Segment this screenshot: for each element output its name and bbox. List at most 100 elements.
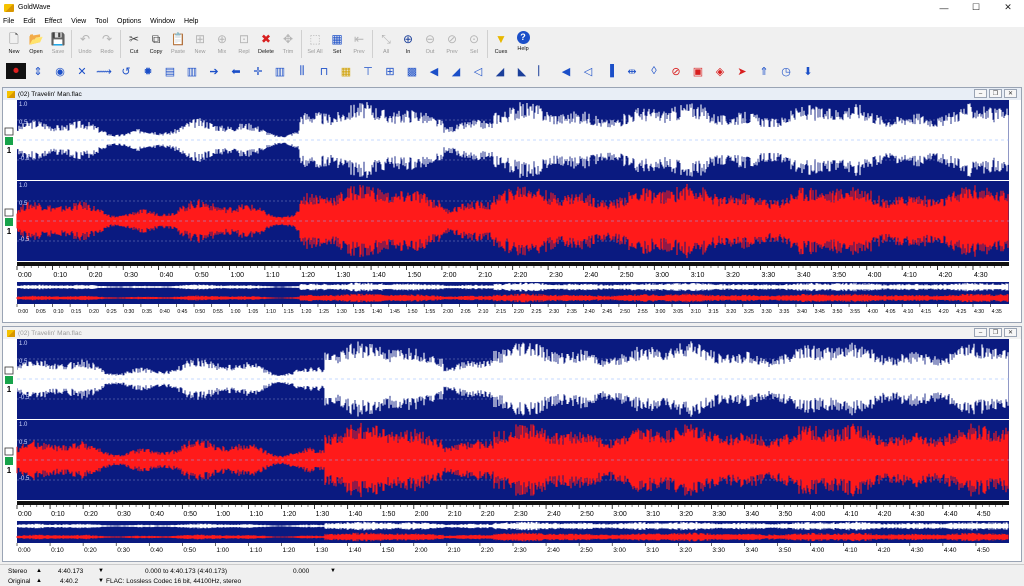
doc-minimize-button[interactable]: – (974, 328, 987, 337)
toolbar-undo-button[interactable]: ↶ Undo (74, 28, 96, 60)
maximize-button[interactable]: ☐ (960, 0, 992, 15)
toolbar-cues-button[interactable]: ▼ Cues (490, 28, 512, 60)
doc-minimize-button[interactable]: – (974, 89, 987, 98)
spectrum-icon[interactable]: ⊤ (358, 63, 378, 79)
waveform-icon[interactable]: ◊ (644, 63, 664, 79)
toolbar-save-button[interactable]: 💾 Save (47, 28, 69, 60)
overview-tick-label: 2:40 (585, 309, 595, 315)
toolbar-sel-button[interactable]: ⊙ Sel (463, 28, 485, 60)
pitch-icon[interactable]: ◁ (468, 63, 488, 79)
menu-file[interactable]: File (3, 18, 14, 25)
toolbar-prev-button[interactable]: ⊘ Prev (441, 28, 463, 60)
time-tick-label: 3:30 (762, 272, 776, 279)
wave-icon[interactable]: ⇹ (622, 63, 642, 79)
sliders-icon[interactable]: ⫼ (292, 63, 312, 79)
right-arrow-icon[interactable]: ➔ (204, 63, 224, 79)
mixer-icon[interactable]: ▥ (270, 63, 290, 79)
toolbar-set-button[interactable]: ▦ Set (326, 28, 348, 60)
ramp-up-icon[interactable]: ◢ (490, 63, 510, 79)
bounce-icon[interactable]: ⟿ (94, 63, 114, 79)
menu-edit[interactable]: Edit (23, 18, 35, 25)
ramp-down-icon[interactable]: ◣ (512, 63, 532, 79)
waveform-view[interactable]: 1 1 1.0 0.5 -0.5 1.0 0.5 -0.5 0:00 0:10 0:20 0:30 0:… (3, 100, 1021, 322)
overview-tick-label: 0:15 (71, 309, 81, 315)
fade-icon[interactable]: ◢ (446, 63, 466, 79)
original-dropdown-icon[interactable]: ▲ (36, 578, 42, 584)
zoom-all-icon: ⤡ (381, 32, 391, 46)
gear-icon[interactable]: ✹ (138, 63, 158, 79)
doc-restore-button[interactable]: ❐ (989, 89, 1002, 98)
left-arrow-icon[interactable]: ⬅ (226, 63, 246, 79)
columns-icon[interactable]: ⊓ (314, 63, 334, 79)
toolbar-mix-button[interactable]: ⊕ Mix (211, 28, 233, 60)
time-tick-label: 2:10 (448, 511, 462, 518)
compressor-icon[interactable]: ▩ (402, 63, 422, 79)
toolbar-sel-all-button[interactable]: ⬚ Sel All (304, 28, 326, 60)
time-tick-label: 1:00 (216, 511, 230, 518)
menu-window[interactable]: Window (150, 18, 175, 25)
toolbar-trim-button[interactable]: ✥ Trim (277, 28, 299, 60)
delay-icon[interactable]: ▐ (600, 63, 620, 79)
menu-help[interactable]: Help (184, 18, 198, 25)
speaker-icon[interactable]: ◀ (424, 63, 444, 79)
doc-close-button[interactable]: ✕ (1004, 328, 1017, 337)
toolbar-paste-button[interactable]: 📋 Paste (167, 28, 189, 60)
toolbar-in-button[interactable]: ⊕ In (397, 28, 419, 60)
toolbar-copy-button[interactable]: ⧉ Copy (145, 28, 167, 60)
mute-icon[interactable]: ◀ (556, 63, 576, 79)
toolbar-out-button[interactable]: ⊖ Out (419, 28, 441, 60)
toolbar-new-button[interactable]: ⊞ New (189, 28, 211, 60)
channel-number: 1 (7, 385, 12, 394)
menu-view[interactable]: View (71, 18, 86, 25)
toolbar-prev-button[interactable]: ⇤ Prev (348, 28, 370, 60)
toolbar-open-button[interactable]: 📂 Open (25, 28, 47, 60)
document-title: (02) Travelin' Man.flac (18, 329, 82, 337)
color-bars-icon[interactable]: ▦ (336, 63, 356, 79)
length-dropdown-icon[interactable]: ▼ (98, 568, 104, 574)
toolbar-delete-button[interactable]: ✖ Delete (255, 28, 277, 60)
speaker-alt-icon[interactable]: ◁ (578, 63, 598, 79)
ascend-icon[interactable]: ⇑ (754, 63, 774, 79)
main-toolbar: 🗋 New 📂 Open 💾 Save ↶ Undo ↷ Redo ✂ Cut ⧉ Copy 📋 Paste ⊞… (0, 28, 1024, 60)
time-tick-label: 1:10 (249, 511, 263, 518)
record-square-icon[interactable]: ▣ (688, 63, 708, 79)
toolbar-separator (120, 30, 121, 58)
toolbar-redo-button[interactable]: ↷ Redo (96, 28, 118, 60)
toolbar-cut-button[interactable]: ✂ Cut (123, 28, 145, 60)
marker-icon[interactable]: ⎸ (534, 63, 554, 79)
doppler-icon[interactable]: ➤ (732, 63, 752, 79)
expand-icon[interactable]: ⇕ (28, 63, 48, 79)
waveform-view[interactable]: 1 1 1.0 0.5 -0.5 1.0 0.5 -0.5 0:00 0:10 0:20 0:30 0:… (3, 339, 1021, 561)
position-dropdown-icon[interactable]: ▼ (330, 568, 336, 574)
download-icon[interactable]: ⬇ (798, 63, 818, 79)
format-dropdown-icon[interactable]: ▼ (98, 578, 104, 584)
overview-tick-label: 1:40 (372, 309, 382, 315)
toolbar-new-button[interactable]: 🗋 New (3, 28, 25, 60)
overview-tick-label: 0:00 (18, 547, 31, 554)
menu-effect[interactable]: Effect (44, 18, 62, 25)
menu-options[interactable]: Options (117, 18, 141, 25)
toolbar-help-button[interactable]: ? Help (512, 28, 534, 60)
close-button[interactable]: ✕ (992, 0, 1024, 15)
toolbar-all-button[interactable]: ⤡ All (375, 28, 397, 60)
equalizer-icon[interactable]: ▥ (182, 63, 202, 79)
overview-tick-label: 3:45 (815, 309, 825, 315)
pattern-icon[interactable]: ◈ (710, 63, 730, 79)
doc-close-button[interactable]: ✕ (1004, 89, 1017, 98)
loop-icon[interactable]: ↺ (116, 63, 136, 79)
clock-icon[interactable]: ◷ (776, 63, 796, 79)
volume-icon[interactable]: ◉ (50, 63, 70, 79)
toolbar-repl-button[interactable]: ⊡ Repl (233, 28, 255, 60)
overview-tick-label: 2:05 (461, 309, 471, 315)
menu-tool[interactable]: Tool (95, 18, 108, 25)
target-icon[interactable]: ✛ (248, 63, 268, 79)
mode-dropdown-icon[interactable]: ▲ (36, 568, 42, 574)
noise-icon[interactable]: ⊞ (380, 63, 400, 79)
overview-tick-label: 0:40 (160, 309, 170, 315)
minimize-button[interactable]: — (928, 0, 960, 15)
doc-restore-button[interactable]: ❐ (989, 328, 1002, 337)
stop-icon[interactable]: ⊘ (666, 63, 686, 79)
record-icon[interactable]: ⏺ (6, 63, 26, 79)
filter-icon[interactable]: ▤ (160, 63, 180, 79)
cross-icon[interactable]: ✕ (72, 63, 92, 79)
